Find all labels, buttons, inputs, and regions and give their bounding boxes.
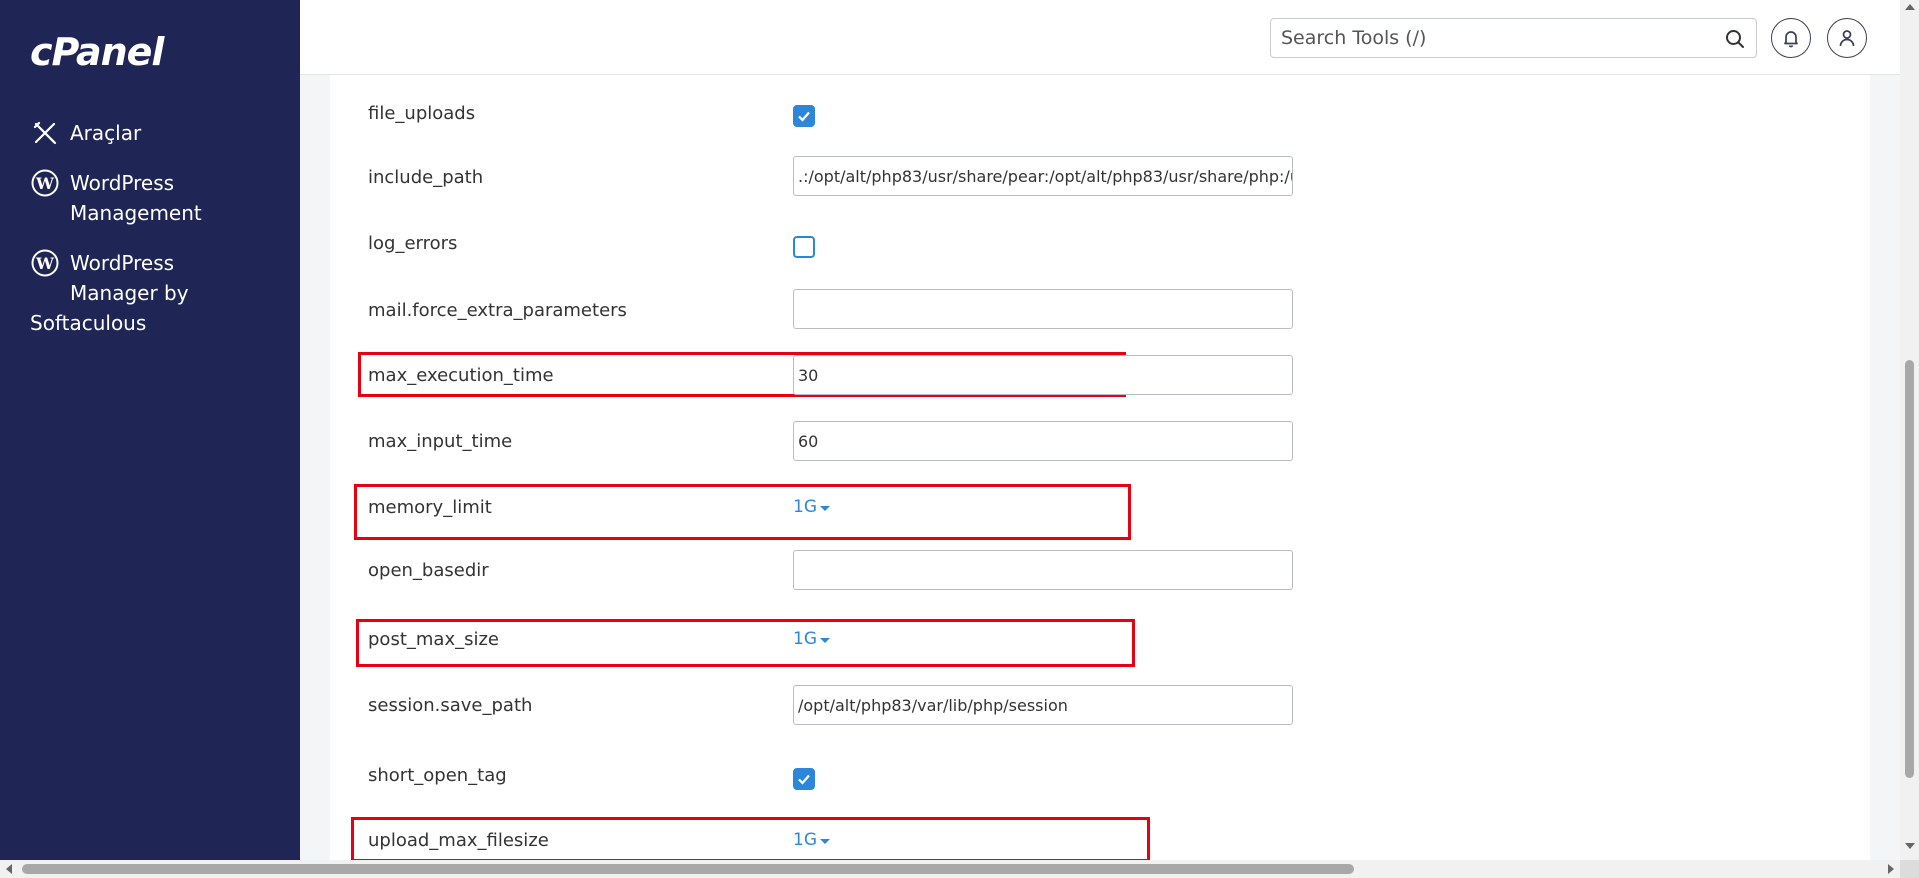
caret-down-icon <box>820 637 830 643</box>
caret-down-icon <box>820 838 830 844</box>
sidebar-item-label: Management <box>70 201 202 225</box>
search-box[interactable] <box>1270 18 1757 58</box>
mail-force-extra-parameters-input[interactable] <box>793 289 1293 329</box>
setting-row-max-input-time: max_input_time <box>330 395 1870 461</box>
scroll-left-icon[interactable] <box>6 864 12 874</box>
setting-row-post-max-size: post_max_size 1G <box>330 605 1870 665</box>
post-max-size-dropdown[interactable]: 1G <box>793 629 830 649</box>
setting-label: mail.force_extra_parameters <box>368 300 627 321</box>
setting-label: max_input_time <box>368 431 513 452</box>
wordpress-icon: W <box>30 248 60 278</box>
sidebar-item-wordpress-manager-softaculous[interactable]: W WordPress Manager by Softaculous <box>30 248 290 338</box>
vertical-scroll-thumb[interactable] <box>1905 360 1914 778</box>
memory-limit-dropdown[interactable]: 1G <box>793 497 830 517</box>
setting-label: session.save_path <box>368 695 533 716</box>
dropdown-value: 1G <box>793 830 817 850</box>
search-input[interactable] <box>1271 20 1701 56</box>
setting-row-mail-force-extra-parameters: mail.force_extra_parameters <box>330 265 1870 329</box>
max-input-time-input[interactable] <box>793 421 1293 461</box>
cpanel-logo[interactable]: cPanel <box>30 30 164 74</box>
sidebar-item-label: WordPress <box>70 171 175 195</box>
sidebar-item-label: WordPress <box>70 251 175 275</box>
sidebar-item-araclar[interactable]: Araçlar <box>30 118 141 148</box>
checkmark-icon <box>798 111 810 122</box>
session-save-path-input[interactable] <box>793 685 1293 725</box>
setting-row-log-errors: log_errors <box>330 205 1870 265</box>
upload-max-filesize-dropdown[interactable]: 1G <box>793 830 830 850</box>
sidebar-item-label: Araçlar <box>70 121 142 145</box>
setting-row-file-uploads: file_uploads <box>330 75 1870 135</box>
setting-row-upload-max-filesize: upload_max_filesize 1G <box>330 800 1870 860</box>
checkmark-icon <box>798 774 810 785</box>
file-uploads-checkbox[interactable] <box>793 105 815 127</box>
max-execution-time-input[interactable] <box>793 355 1293 395</box>
svg-text:W: W <box>35 174 55 193</box>
setting-row-open-basedir: open_basedir <box>330 530 1870 590</box>
svg-text:W: W <box>35 254 55 273</box>
log-errors-checkbox[interactable] <box>793 236 815 258</box>
setting-row-session-save-path: session.save_path <box>330 665 1870 725</box>
top-header <box>300 0 1900 75</box>
scroll-up-icon[interactable] <box>1905 4 1915 10</box>
notifications-button[interactable] <box>1771 18 1811 58</box>
setting-label: max_execution_time <box>368 365 554 386</box>
sidebar-item-wordpress-management[interactable]: W WordPress Management <box>30 168 290 228</box>
setting-label: open_basedir <box>368 560 489 581</box>
sidebar-item-label: Manager by <box>70 281 189 305</box>
user-account-button[interactable] <box>1827 18 1867 58</box>
dropdown-value: 1G <box>793 497 817 517</box>
setting-row-short-open-tag: short_open_tag <box>330 735 1870 795</box>
setting-row-include-path: include_path <box>330 135 1870 196</box>
scroll-right-icon[interactable] <box>1888 864 1894 874</box>
include-path-input[interactable] <box>793 156 1293 196</box>
vertical-scrollbar[interactable] <box>1900 0 1919 860</box>
tools-icon <box>30 118 60 148</box>
open-basedir-input[interactable] <box>793 550 1293 590</box>
horizontal-scrollbar[interactable] <box>0 860 1900 878</box>
setting-label: short_open_tag <box>368 765 507 786</box>
caret-down-icon <box>820 505 830 511</box>
setting-label: post_max_size <box>368 629 499 650</box>
search-icon[interactable] <box>1724 28 1746 50</box>
setting-row-memory-limit: memory_limit 1G <box>330 470 1870 530</box>
user-icon <box>1839 30 1855 47</box>
wordpress-icon: W <box>30 168 60 198</box>
horizontal-scroll-thumb[interactable] <box>22 864 1354 874</box>
php-settings-panel: file_uploads include_path log_errors mai… <box>330 75 1870 862</box>
bell-icon <box>1784 31 1798 48</box>
short-open-tag-checkbox[interactable] <box>793 768 815 790</box>
setting-label: log_errors <box>368 233 458 254</box>
scrollbar-corner <box>1900 860 1919 878</box>
sidebar-item-label: Softaculous <box>30 311 147 335</box>
scroll-down-icon[interactable] <box>1905 843 1915 849</box>
setting-row-max-execution-time: max_execution_time <box>330 330 1870 395</box>
setting-label: memory_limit <box>368 497 492 518</box>
sidebar: cPanel Araçlar W WordPress Management W … <box>0 0 300 860</box>
setting-label: upload_max_filesize <box>368 830 549 851</box>
dropdown-value: 1G <box>793 629 817 649</box>
setting-label: file_uploads <box>368 103 476 124</box>
setting-label: include_path <box>368 167 484 188</box>
